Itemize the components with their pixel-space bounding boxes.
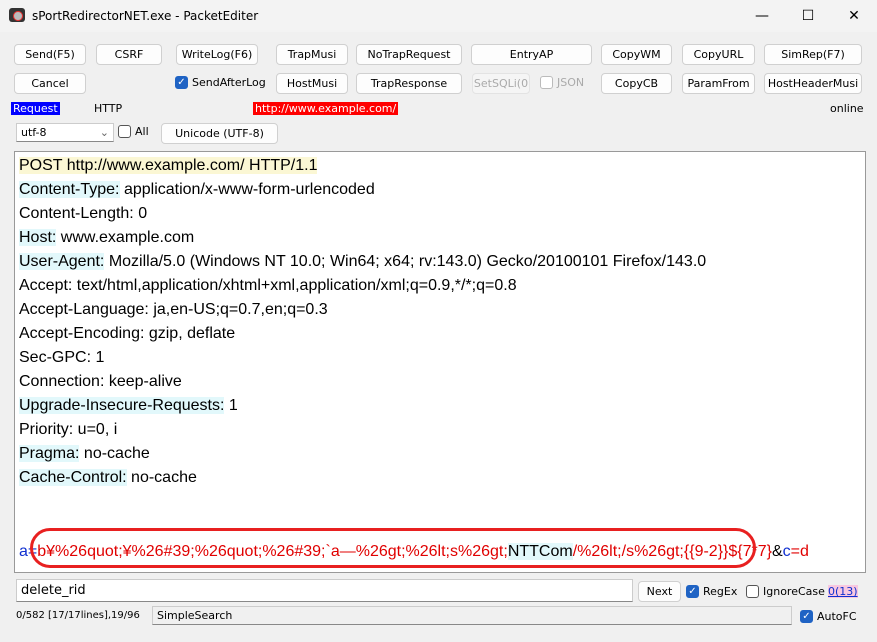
host-musi-button[interactable]: HostMusi: [276, 73, 348, 94]
header-name: Cache-Control:: [19, 469, 127, 486]
search-mode-field[interactable]: SimpleSearch: [152, 606, 792, 625]
send-after-log-checkbox[interactable]: ✓ SendAfterLog: [175, 76, 266, 89]
no-trap-request-button[interactable]: NoTrapRequest: [356, 44, 462, 65]
editor-line: User-Agent: Mozilla/5.0 (Windows NT 10.0…: [19, 250, 865, 274]
entry-ap-button[interactable]: EntryAP: [471, 44, 592, 65]
header-value: Accept-Language: ja,en-US;q=0.7,en;q=0.3: [19, 301, 328, 318]
regex-label: RegEx: [703, 585, 738, 598]
header-name: Content-Type:: [19, 181, 120, 198]
search-input[interactable]: delete_rid: [16, 579, 633, 602]
body-segment: c: [782, 543, 791, 560]
editor-line: Cache-Control: no-cache: [19, 466, 865, 490]
header-value: Accept-Encoding: gzip, deflate: [19, 325, 236, 342]
header-value: Accept: text/html,application/xhtml+xml,…: [19, 277, 517, 294]
host-header-musi-button[interactable]: HostHeaderMusi: [764, 73, 862, 94]
maximize-button[interactable]: ☐: [785, 0, 831, 32]
editor-line: Accept-Language: ja,en-US;q=0.7,en;q=0.3: [19, 298, 865, 322]
editor-line: Sec-GPC: 1: [19, 346, 865, 370]
mode-label: Request: [11, 102, 60, 115]
header-name: Pragma:: [19, 445, 80, 462]
editor-line: Content-Length: 0: [19, 202, 865, 226]
ignore-case-label: IgnoreCase: [763, 585, 825, 598]
chevron-down-icon: ⌄: [99, 126, 109, 139]
header-name: POST http://www.example.com/ HTTP/1.1: [19, 157, 318, 174]
editor-line: Connection: keep-alive: [19, 370, 865, 394]
close-button[interactable]: ✕: [831, 0, 877, 32]
header-value: Priority: u=0, i: [19, 421, 118, 438]
check-icon: ✓: [800, 610, 813, 623]
header-value: Sec-GPC: 1: [19, 349, 105, 366]
check-icon: ✓: [175, 76, 188, 89]
packet-editor[interactable]: POST http://www.example.com/ HTTP/1.1 Con…: [14, 151, 866, 573]
title-bar: sPortRedirectorNET.exe - PacketEditer — …: [0, 0, 877, 32]
copy-wm-button[interactable]: CopyWM: [601, 44, 672, 65]
param-from-button[interactable]: ParamFrom: [682, 73, 755, 94]
autofc-checkbox[interactable]: ✓ AutoFC: [800, 610, 857, 623]
editor-line: Content-Type: application/x-www-form-url…: [19, 178, 865, 202]
encoding-select[interactable]: utf-8 ⌄: [16, 123, 114, 142]
next-button[interactable]: Next: [638, 581, 681, 602]
sim-rep-button[interactable]: SimRep(F7): [764, 44, 862, 65]
unicode-button[interactable]: Unicode (UTF-8): [161, 123, 278, 144]
ignore-case-checkbox[interactable]: IgnoreCase: [746, 585, 825, 598]
check-icon: ✓: [686, 585, 699, 598]
highlight-ellipse: [30, 528, 756, 568]
all-checkbox[interactable]: All: [118, 125, 149, 138]
header-value: Mozilla/5.0 (Windows NT 10.0; Win64; x64…: [104, 253, 707, 270]
cursor-position: 0/582 [17/17lines],19/96: [16, 610, 140, 621]
editor-line: Upgrade-Insecure-Requests: 1: [19, 394, 865, 418]
header-name: Upgrade-Insecure-Requests:: [19, 397, 225, 414]
header-value: 1: [224, 397, 238, 414]
app-icon: [9, 8, 25, 22]
trap-musi-button[interactable]: TrapMusi: [276, 44, 348, 65]
cancel-button[interactable]: Cancel: [14, 73, 86, 94]
header-value: www.example.com: [56, 229, 195, 246]
body-segment: a: [19, 543, 28, 560]
regex-checkbox[interactable]: ✓ RegEx: [686, 585, 737, 598]
json-checkbox[interactable]: JSON: [540, 76, 584, 89]
window-title: sPortRedirectorNET.exe - PacketEditer: [32, 9, 259, 23]
header-value: application/x-www-form-urlencoded: [119, 181, 375, 198]
header-name: Host:: [19, 229, 57, 246]
csrf-button[interactable]: CSRF: [96, 44, 162, 65]
editor-line: POST http://www.example.com/ HTTP/1.1: [19, 154, 865, 178]
online-status: online: [830, 102, 864, 115]
protocol-label: HTTP: [94, 102, 123, 115]
header-value: no-cache: [126, 469, 197, 486]
send-after-log-label: SendAfterLog: [192, 76, 266, 89]
header-value: no-cache: [79, 445, 150, 462]
minimize-button[interactable]: —: [739, 0, 785, 32]
set-sqli-button[interactable]: SetSQLi(0: [472, 73, 530, 94]
url-label: http://www.example.com/: [253, 102, 399, 115]
editor-line: Priority: u=0, i: [19, 418, 865, 442]
copy-url-button[interactable]: CopyURL: [682, 44, 755, 65]
all-label: All: [135, 125, 149, 138]
send-button[interactable]: Send(F5): [14, 44, 86, 65]
autofc-label: AutoFC: [817, 610, 857, 623]
body-segment: =d: [790, 543, 809, 560]
editor-line: Host: www.example.com: [19, 226, 865, 250]
encoding-value: utf-8: [21, 126, 47, 139]
header-name: User-Agent:: [19, 253, 105, 270]
editor-line: Pragma: no-cache: [19, 442, 865, 466]
header-value: Connection: keep-alive: [19, 373, 182, 390]
copy-cb-button[interactable]: CopyCB: [601, 73, 672, 94]
editor-line: Accept: text/html,application/xhtml+xml,…: [19, 274, 865, 298]
match-count-link[interactable]: 0(13): [828, 585, 858, 598]
header-value: Content-Length: 0: [19, 205, 148, 222]
write-log-button[interactable]: WriteLog(F6): [176, 44, 258, 65]
editor-line: Accept-Encoding: gzip, deflate: [19, 322, 865, 346]
body-segment: &: [771, 543, 783, 560]
trap-response-button[interactable]: TrapResponse: [356, 73, 462, 94]
json-label: JSON: [557, 76, 585, 89]
